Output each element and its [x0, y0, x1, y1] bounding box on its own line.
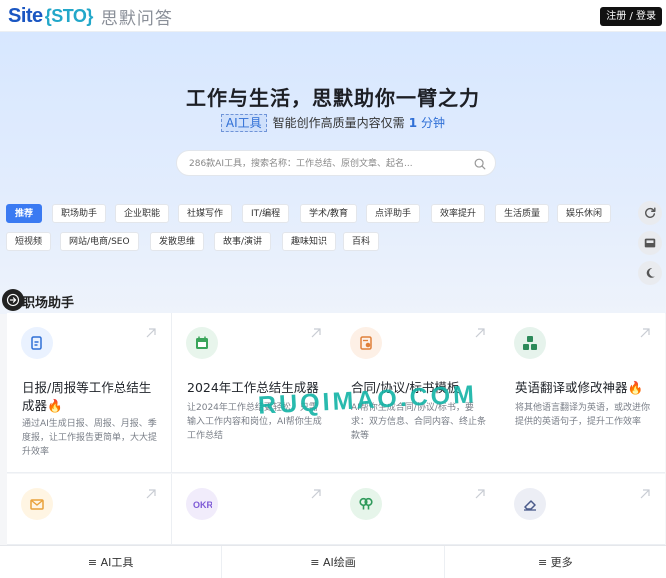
category-chip[interactable]: 故事/演讲	[214, 232, 272, 251]
external-arrow-icon	[475, 328, 485, 338]
envelope-icon	[21, 488, 53, 520]
tool-card[interactable]: 日报/周报等工作总结生成器🔥 通过AI生成日报、周报、月报、季度报，让工作报告更…	[7, 313, 172, 473]
category-chip[interactable]: 百科	[343, 232, 380, 251]
translate-icon	[514, 327, 546, 359]
logo-chinese-name: 思默问答	[100, 8, 173, 29]
top-header: Site {STO} 思默问答 注册 / 登录	[0, 0, 666, 32]
card-description: 将其他语言翻译为英语，或改进你提供的英语句子，提升工作效率	[515, 403, 651, 427]
okr-icon: OKR	[186, 488, 218, 520]
card-description: 通过AI生成日报、周报、月报、季度报，让工作报告更简单，大大提升效率	[22, 419, 158, 457]
tool-card[interactable]	[500, 474, 665, 545]
tool-card[interactable]: OKR	[172, 474, 337, 545]
category-chip[interactable]: 学术/教育	[300, 204, 358, 223]
category-chip[interactable]: 社媒写作	[178, 204, 233, 223]
external-arrow-icon	[640, 489, 650, 499]
eraser-icon	[514, 488, 546, 520]
tool-card[interactable]: 英语翻译或修改神器🔥 将其他语言翻译为英语，或改进你提供的英语句子，提升工作效率	[500, 313, 665, 473]
bottom-nav-ai-painting[interactable]: ≡ AI绘画	[222, 546, 445, 578]
section-nav-button[interactable]	[2, 289, 24, 311]
external-arrow-icon	[475, 489, 485, 499]
search-bar[interactable]	[176, 150, 496, 176]
external-arrow-icon	[311, 489, 321, 499]
hero-banner: 工作与生活，思默助你一臂之力 AI工具 智能创作高质量内容仅需 1 分钟	[0, 32, 666, 314]
category-chip[interactable]: 生活质量	[495, 204, 550, 223]
external-arrow-icon	[311, 328, 321, 338]
bottom-nav-ai-tools[interactable]: ≡ AI工具	[0, 546, 223, 578]
hero-subtitle-prefix: 智能创作高质量内容仅需	[272, 116, 405, 130]
search-input[interactable]	[189, 155, 469, 173]
svg-text:OKR: OKR	[193, 500, 212, 510]
ai-tools-tag[interactable]: AI工具	[220, 114, 267, 132]
logo-sto-text: {STO}	[44, 5, 94, 26]
section-title: 职场助手	[22, 296, 75, 311]
category-chip[interactable]: 网站/电商/SEO	[60, 232, 139, 251]
tool-card[interactable]	[336, 474, 501, 545]
external-arrow-icon	[640, 328, 650, 338]
search-icon[interactable]	[473, 157, 487, 171]
contract-icon	[350, 327, 382, 359]
category-chip[interactable]: 点评助手	[366, 204, 421, 223]
category-chip[interactable]: IT/编程	[242, 204, 290, 223]
external-arrow-icon	[146, 489, 156, 499]
calendar-icon	[186, 327, 218, 359]
document-pen-icon	[21, 327, 53, 359]
dark-mode-button[interactable]	[638, 261, 662, 285]
refresh-icon	[645, 207, 656, 218]
hero-subtitle-suffix: 分钟	[421, 116, 446, 130]
category-chip[interactable]: 趣味知识	[282, 232, 337, 251]
hero-subtitle: AI工具 智能创作高质量内容仅需 1 分钟	[0, 114, 666, 132]
category-chip[interactable]: 发散思维	[150, 232, 205, 251]
register-login-button[interactable]: 注册 / 登录	[600, 7, 662, 26]
category-chip[interactable]: 娱乐休闲	[557, 204, 612, 223]
section-header: 职场助手	[0, 288, 666, 312]
moon-icon	[646, 268, 655, 278]
refresh-button[interactable]	[638, 201, 662, 225]
category-chip-recommend[interactable]: 推荐	[6, 204, 43, 223]
category-chip[interactable]: 企业职能	[115, 204, 170, 223]
category-chip[interactable]: 短视频	[6, 232, 52, 251]
fire-icon: 🔥	[47, 398, 63, 413]
arrow-right-circle-icon	[6, 293, 20, 307]
logo-site-text: Site	[8, 4, 43, 27]
category-chip[interactable]: 职场助手	[52, 204, 107, 223]
category-chip[interactable]: 效率提升	[431, 204, 486, 223]
hero-title: 工作与生活，思默助你一臂之力	[186, 86, 480, 110]
bottom-nav-more[interactable]: ≡ 更多	[445, 546, 666, 578]
hero-subtitle-number: 1	[408, 116, 418, 130]
inbox-icon	[644, 238, 656, 248]
site-logo[interactable]: Site {STO} 思默问答	[8, 4, 173, 29]
bottom-nav-bar: ≡ AI工具 ≡ AI绘画 ≡ 更多	[0, 545, 666, 578]
people-icon	[350, 488, 382, 520]
card-title: 日报/周报等工作总结生成器🔥	[22, 380, 152, 413]
fire-icon: 🔥	[627, 380, 644, 395]
external-arrow-icon	[146, 328, 156, 338]
inbox-button[interactable]	[638, 231, 662, 255]
tool-card[interactable]	[7, 474, 172, 545]
card-title: 英语翻译或修改神器🔥	[515, 380, 644, 395]
